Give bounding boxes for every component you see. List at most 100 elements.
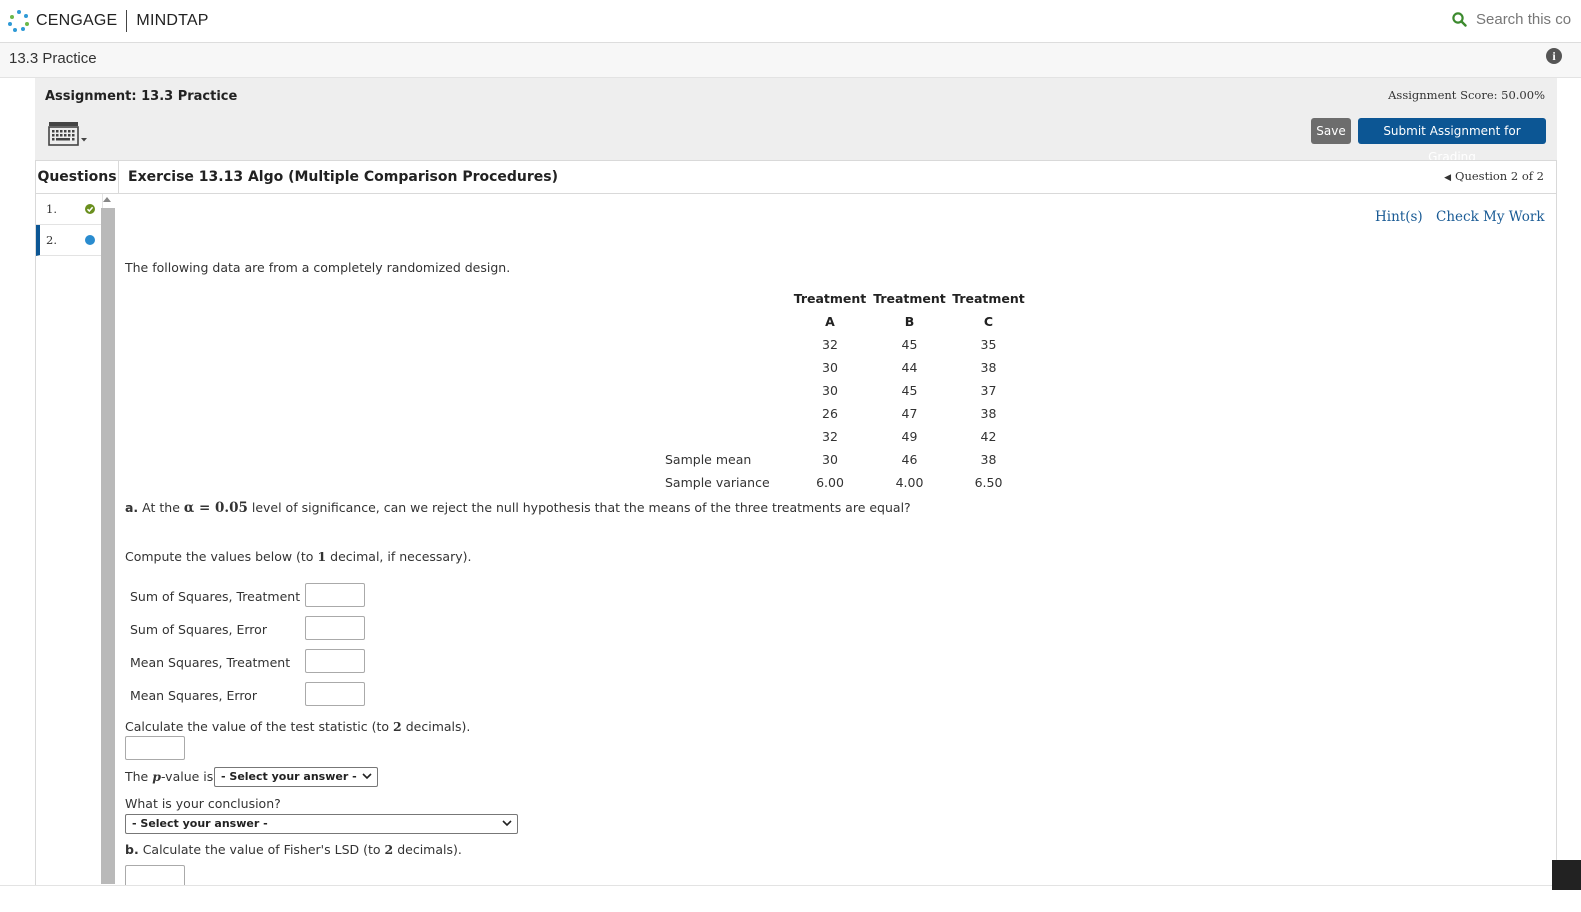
table-cell: 38	[980, 360, 997, 375]
activity-bar: 13.3 Practice	[0, 43, 1581, 78]
field-label-ss-error: Sum of Squares, Error	[130, 622, 267, 637]
table-cell: 32	[822, 429, 838, 444]
cengage-logo-icon	[8, 10, 30, 32]
table-row: 26 47 38	[665, 402, 1028, 425]
ss-treatment-input[interactable]	[305, 583, 365, 607]
brand-name: CENGAGE	[36, 12, 118, 29]
current-dot-icon	[85, 235, 95, 245]
table-cell: 49	[901, 429, 918, 444]
table-header-row: Treatment Treatment Treatment	[665, 287, 1028, 310]
alpha-value: α = 0.05	[183, 500, 248, 516]
part-b-text: decimals).	[397, 842, 462, 857]
compute-instructions: Compute the values below (to 1 decimal, …	[125, 549, 471, 564]
activity-title: 13.3 Practice	[9, 50, 97, 67]
save-button[interactable]: Save	[1311, 118, 1351, 144]
test-statistic-input[interactable]	[125, 736, 185, 760]
column-header: A	[825, 314, 835, 329]
table-cell: 44	[901, 360, 918, 375]
table-cell: 42	[980, 429, 997, 444]
column-header: Treatment	[873, 291, 946, 306]
logo-divider	[126, 10, 128, 32]
decimal-count: 1	[317, 549, 327, 564]
table-cell: 30	[822, 383, 838, 398]
prompt-text: The	[125, 769, 149, 784]
assignment-score: Assignment Score: 50.00%	[1388, 88, 1545, 102]
part-a-label: a.	[125, 500, 139, 515]
column-header: C	[983, 314, 994, 329]
keyboard-menu-button[interactable]	[47, 120, 91, 150]
question-list-scrollbar[interactable]	[101, 208, 115, 884]
question-number: 2.	[46, 233, 57, 247]
table-cell: 45	[901, 337, 918, 352]
instruction-text: Calculate the value of the test statisti…	[125, 719, 390, 734]
part-a-text: At the	[142, 500, 180, 515]
intro-text: The following data are from a completely…	[125, 260, 511, 275]
instruction-text: Compute the values below (to	[125, 549, 314, 564]
assignment-title: Assignment: 13.3 Practice	[45, 89, 238, 104]
ss-error-input[interactable]	[305, 616, 365, 640]
chevron-down-icon	[362, 773, 372, 780]
table-cell: 45	[901, 383, 918, 398]
table-cell: 30	[822, 360, 838, 375]
chevron-down-icon	[502, 820, 512, 827]
question-content: The following data are from a completely…	[125, 160, 1525, 889]
data-table: Treatment Treatment Treatment A B C 32 45…	[665, 287, 1028, 494]
field-label-ss-treatment: Sum of Squares, Treatment	[130, 589, 301, 604]
p-symbol: p	[152, 769, 161, 784]
table-cell: 6.50	[974, 475, 1003, 490]
sample-mean-row: Sample mean 30 46 38	[665, 448, 1028, 471]
search-box[interactable]: Search this co	[1452, 11, 1571, 28]
search-placeholder: Search this co	[1476, 11, 1572, 28]
select-value: - Select your answer -	[132, 817, 268, 830]
scroll-up-arrow-icon[interactable]	[103, 197, 111, 202]
bottom-edge	[0, 885, 1581, 912]
sample-mean-label: Sample mean	[665, 452, 752, 467]
prompt-text: -value is	[161, 769, 214, 784]
column-header: Treatment	[952, 291, 1025, 306]
table-cell: 37	[980, 383, 997, 398]
ms-error-input[interactable]	[305, 682, 365, 706]
question-item-1[interactable]: 1.	[36, 194, 102, 225]
ms-treatment-input[interactable]	[305, 649, 365, 673]
questions-heading: Questions	[36, 161, 119, 194]
question-list: 1. 2.	[36, 194, 103, 884]
product-name: MINDTAP	[136, 12, 209, 29]
table-row: 32 49 42	[665, 425, 1028, 448]
part-b-label: b.	[125, 842, 139, 857]
test-statistic-instructions: Calculate the value of the test statisti…	[125, 719, 470, 734]
table-cell: 6.00	[816, 475, 844, 490]
table-row: 30 45 37	[665, 379, 1028, 402]
p-value-prompt: The p-value is	[125, 769, 213, 784]
search-icon	[1452, 12, 1467, 27]
instruction-text: decimals).	[405, 719, 471, 734]
field-label-ms-treatment: Mean Squares, Treatment	[130, 655, 291, 670]
part-b-text: Calculate the value of Fisher's LSD (to	[142, 842, 381, 857]
cengage-logo[interactable]: CENGAGE MINDTAP	[8, 9, 209, 33]
table-cell: 47	[901, 406, 918, 421]
part-b-question: b. Calculate the value of Fisher's LSD (…	[125, 842, 462, 857]
table-cell: 38	[980, 452, 997, 467]
table-row: 32 45 35	[665, 333, 1028, 356]
part-a-question: a. At the α = 0.05 level of significance…	[125, 500, 911, 516]
question-item-2[interactable]: 2.	[36, 225, 102, 256]
conclusion-select[interactable]: - Select your answer -	[125, 814, 518, 834]
info-icon[interactable]: i	[1546, 48, 1562, 64]
sample-variance-row: Sample variance 6.00 4.00 6.50	[665, 471, 1028, 494]
instruction-text: decimal, if necessary).	[330, 549, 472, 564]
conclusion-question: What is your conclusion?	[125, 796, 281, 811]
select-value: - Select your answer -	[221, 770, 357, 783]
table-cell: 26	[822, 406, 838, 421]
top-bar: CENGAGE MINDTAP Search this co	[0, 0, 1581, 43]
table-cell: 38	[980, 406, 997, 421]
decimal-count: 2	[393, 719, 402, 734]
side-widget[interactable]	[1552, 860, 1581, 890]
table-row: 30 44 38	[665, 356, 1028, 379]
submit-assignment-button[interactable]: Submit Assignment for Grading	[1358, 118, 1546, 164]
sample-variance-label: Sample variance	[665, 475, 770, 490]
keyboard-icon	[48, 122, 87, 146]
decimal-count: 2	[384, 842, 394, 857]
column-header: Treatment	[793, 291, 867, 306]
p-value-select[interactable]: - Select your answer -	[214, 767, 378, 787]
table-cell: 32	[822, 337, 838, 352]
table-cell: 35	[980, 337, 997, 352]
